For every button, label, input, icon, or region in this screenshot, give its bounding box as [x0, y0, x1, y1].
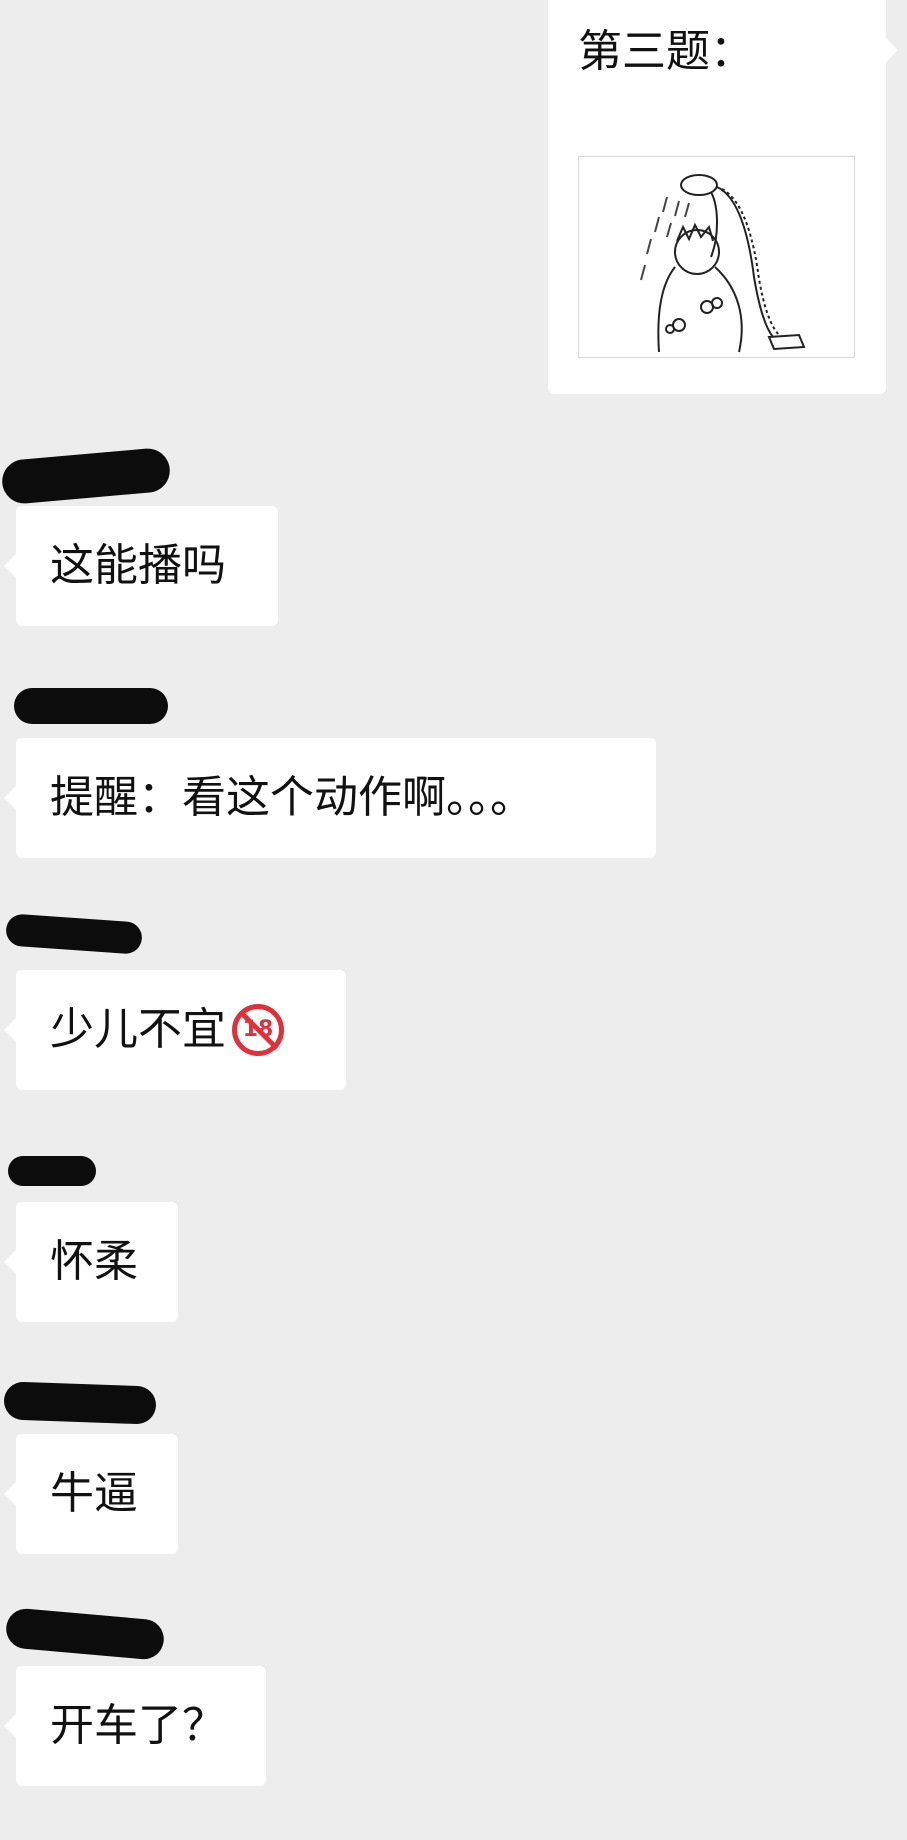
- message-bubble[interactable]: 这能播吗: [16, 506, 278, 626]
- message-text: 第三题：: [578, 26, 754, 77]
- message-text: 怀柔: [50, 1236, 138, 1287]
- sender-name-redacted: [4, 1607, 166, 1661]
- no-under-18-icon: 18: [232, 1004, 284, 1056]
- message-text: 牛逼: [50, 1468, 138, 1519]
- message-text: 提醒：看这个动作啊。。。: [50, 772, 534, 823]
- message-text: 少儿不宜: [50, 1004, 226, 1055]
- message-bubble[interactable]: 开车了？: [16, 1666, 266, 1786]
- shower-illustration: [640, 174, 806, 353]
- message-bubble[interactable]: 怀柔: [16, 1202, 178, 1322]
- sender-name-redacted: [3, 1381, 157, 1425]
- message-text: 开车了？: [50, 1700, 226, 1751]
- sender-name-redacted: [14, 688, 168, 724]
- shower-image[interactable]: [578, 156, 855, 358]
- message-bubble[interactable]: 提醒：看这个动作啊。。。: [16, 738, 656, 858]
- sender-name-redacted: [5, 913, 143, 955]
- message-bubble-question[interactable]: 第三题：: [548, 0, 898, 394]
- sender-name-redacted: [0, 446, 172, 506]
- message-bubble[interactable]: 少儿不宜 18: [16, 970, 346, 1090]
- message-bubble[interactable]: 牛逼: [16, 1434, 178, 1554]
- message-text: 这能播吗: [50, 540, 226, 591]
- sender-name-redacted: [8, 1156, 96, 1186]
